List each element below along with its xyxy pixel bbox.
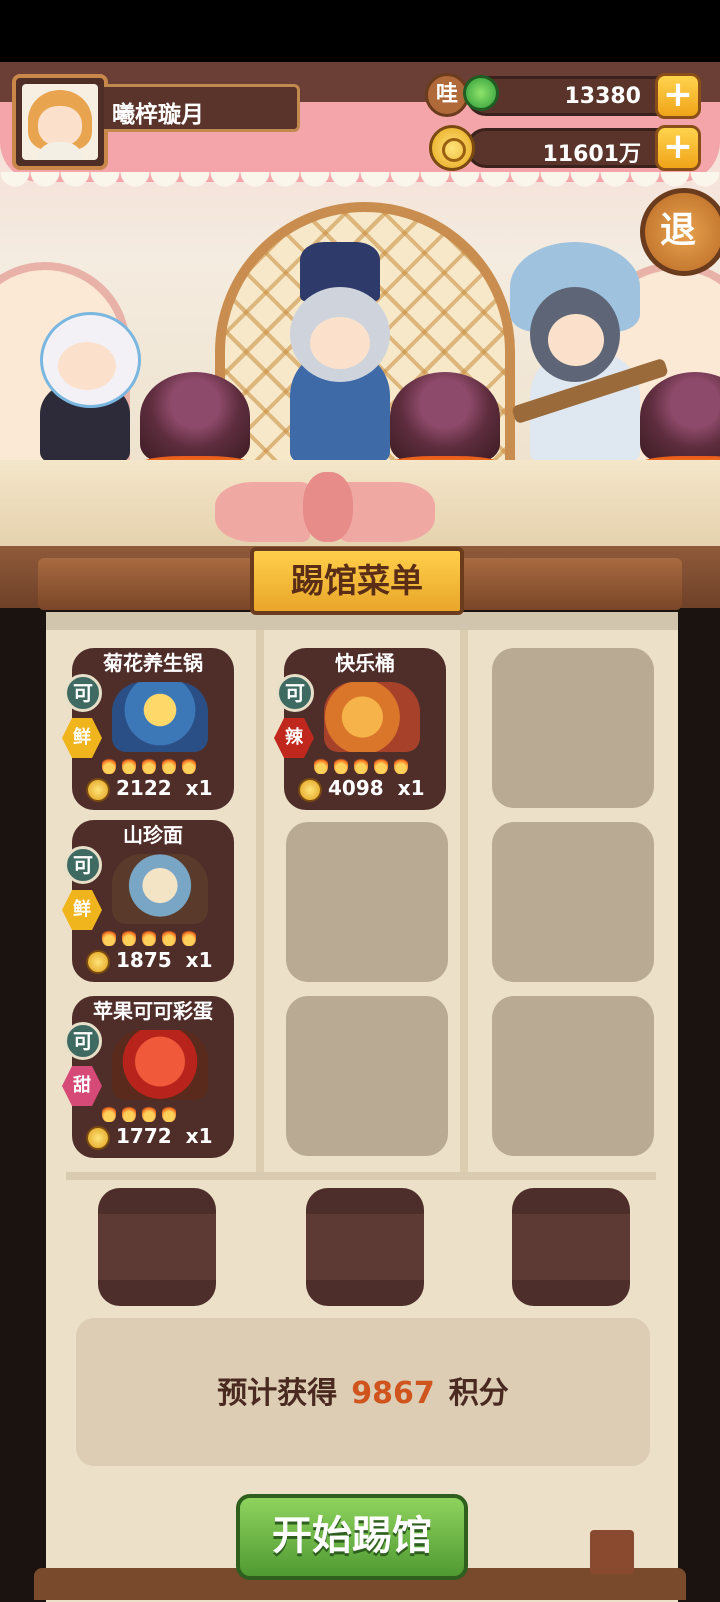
player-avatar[interactable] [12, 74, 108, 170]
available-badge: 可 [64, 1022, 102, 1060]
score-suffix: 积分 [448, 1376, 509, 1411]
dish-price-row: 4098 x1 [298, 776, 425, 804]
heat-level [102, 756, 212, 778]
coin-icon [298, 777, 322, 802]
dish-name: 快乐桶 [335, 651, 395, 675]
dish-price-row: 1875 x1 [86, 948, 213, 976]
dish-name: 菊花养生锅 [103, 651, 203, 675]
chef-slot[interactable] [306, 1188, 424, 1306]
empty-dish-slot[interactable] [492, 996, 654, 1156]
coin-icon [86, 949, 110, 974]
start-challenge-button[interactable]: 开始踢馆 [236, 1494, 468, 1580]
dish-qty: x1 [397, 776, 425, 800]
hotpot-stove-2 [386, 372, 504, 480]
dish-name: 山珍面 [123, 823, 183, 847]
gold-value: 11601万 [542, 142, 641, 167]
jade-icon [463, 75, 499, 111]
dish-price-row: 2122 x1 [86, 776, 213, 804]
status-bar [0, 0, 720, 62]
hotpot-stove-1 [136, 372, 254, 480]
dish-price: 4098 [328, 776, 384, 800]
gold-coin-icon [429, 125, 475, 171]
section-divider [66, 1172, 656, 1180]
exit-button[interactable]: 退 [640, 188, 720, 276]
dish-card[interactable]: 快乐桶 4098 x1 可 辣 [274, 648, 446, 810]
heat-level [102, 928, 212, 950]
apple-cocoa-egg-icon [112, 1030, 208, 1100]
available-badge: 可 [64, 674, 102, 712]
dish-price-row: 1772 x1 [86, 1124, 213, 1152]
player-name: 曦梓璇月 [112, 102, 204, 128]
dish-card[interactable]: 山珍面 1875 x1 可 鲜 [62, 820, 234, 982]
chef-slot[interactable] [98, 1188, 216, 1306]
jade-currency: 哇 13380 + [425, 73, 701, 119]
chef-slot[interactable] [512, 1188, 630, 1306]
add-gold-button[interactable]: + [655, 125, 701, 171]
gold-currency: 11601万 + [429, 125, 701, 171]
curtain-trim [0, 172, 720, 202]
coin-icon [86, 777, 110, 802]
score-estimate-box: 预计获得 9867 积分 [76, 1318, 650, 1466]
score-value: 9867 [351, 1376, 435, 1411]
ribbon-bow [215, 472, 435, 552]
empty-dish-slot[interactable] [492, 822, 654, 982]
score-line: 预计获得 9867 积分 [76, 1368, 650, 1412]
available-badge: 可 [276, 674, 314, 712]
dish-qty: x1 [185, 1124, 213, 1148]
dish-qty: x1 [185, 776, 213, 800]
dish-name: 苹果可可彩蛋 [93, 999, 213, 1023]
empty-dish-slot[interactable] [286, 822, 448, 982]
menu-title: 踢馆菜单 [250, 547, 464, 615]
brush-pot-icon [590, 1530, 634, 1574]
dish-qty: x1 [185, 948, 213, 972]
fried-chicken-bucket-icon [324, 682, 420, 752]
add-jade-button[interactable]: + [655, 73, 701, 119]
heat-level [314, 756, 424, 778]
column-divider [256, 630, 264, 1175]
heat-level [102, 1104, 212, 1126]
chrysanthemum-hotpot-icon [112, 682, 208, 752]
empty-dish-slot[interactable] [492, 648, 654, 808]
available-badge: 可 [64, 846, 102, 884]
column-divider [460, 630, 468, 1175]
dish-card[interactable]: 苹果可可彩蛋 1772 x1 可 甜 [62, 996, 234, 1158]
dish-price: 1875 [116, 948, 172, 972]
score-prefix: 预计获得 [217, 1376, 338, 1411]
coin-icon [86, 1125, 110, 1150]
empty-dish-slot[interactable] [286, 996, 448, 1156]
jade-value: 13380 [564, 84, 641, 109]
chef-character-left[interactable] [20, 312, 150, 462]
dish-card[interactable]: 菊花养生锅 2122 x1 可 鲜 [62, 648, 234, 810]
mountain-noodles-icon [112, 854, 208, 924]
dish-price: 2122 [116, 776, 172, 800]
player-name-plate: 曦梓璇月 [104, 84, 300, 132]
dish-price: 1772 [116, 1124, 172, 1148]
